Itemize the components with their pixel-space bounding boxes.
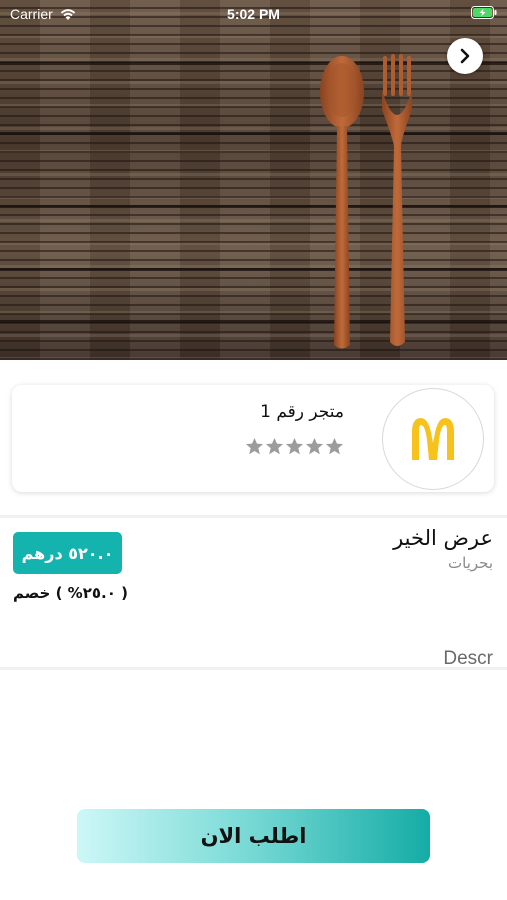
store-name: متجر رقم 1 [260, 402, 344, 422]
star-icon [305, 437, 324, 455]
offer-title: عرض الخير [393, 526, 493, 550]
back-button[interactable] [447, 38, 483, 74]
offer-category: بحريات [448, 554, 493, 572]
spoon-and-fork-illustration [320, 54, 412, 349]
chevron-right-icon [460, 48, 470, 64]
star-icon [265, 437, 284, 455]
fork-icon [382, 54, 412, 346]
star-icon [325, 437, 344, 455]
hero-image [0, 0, 507, 360]
offer-details: عرض الخير بحريات ٥٢٠.٠ درهم ( ٢٥.٠% ) خص… [0, 515, 507, 670]
price-badge: ٥٢٠.٠ درهم [13, 532, 122, 574]
discount-label: ( ٢٥.٠% ) خصم [13, 584, 128, 602]
offer-description: Descr [443, 648, 493, 669]
store-logo [382, 388, 484, 490]
mcdonalds-logo [412, 418, 454, 460]
spoon-icon [320, 56, 364, 349]
rating-stars [245, 437, 344, 456]
status-time: 5:02 PM [227, 6, 280, 22]
battery-charging-icon [471, 6, 497, 19]
star-icon [245, 437, 264, 455]
status-bar: Carrier 5:02 PM [0, 0, 507, 28]
order-now-button[interactable]: اطلب الان [77, 809, 430, 863]
star-icon [285, 437, 304, 455]
store-card[interactable]: متجر رقم 1 [12, 385, 494, 492]
